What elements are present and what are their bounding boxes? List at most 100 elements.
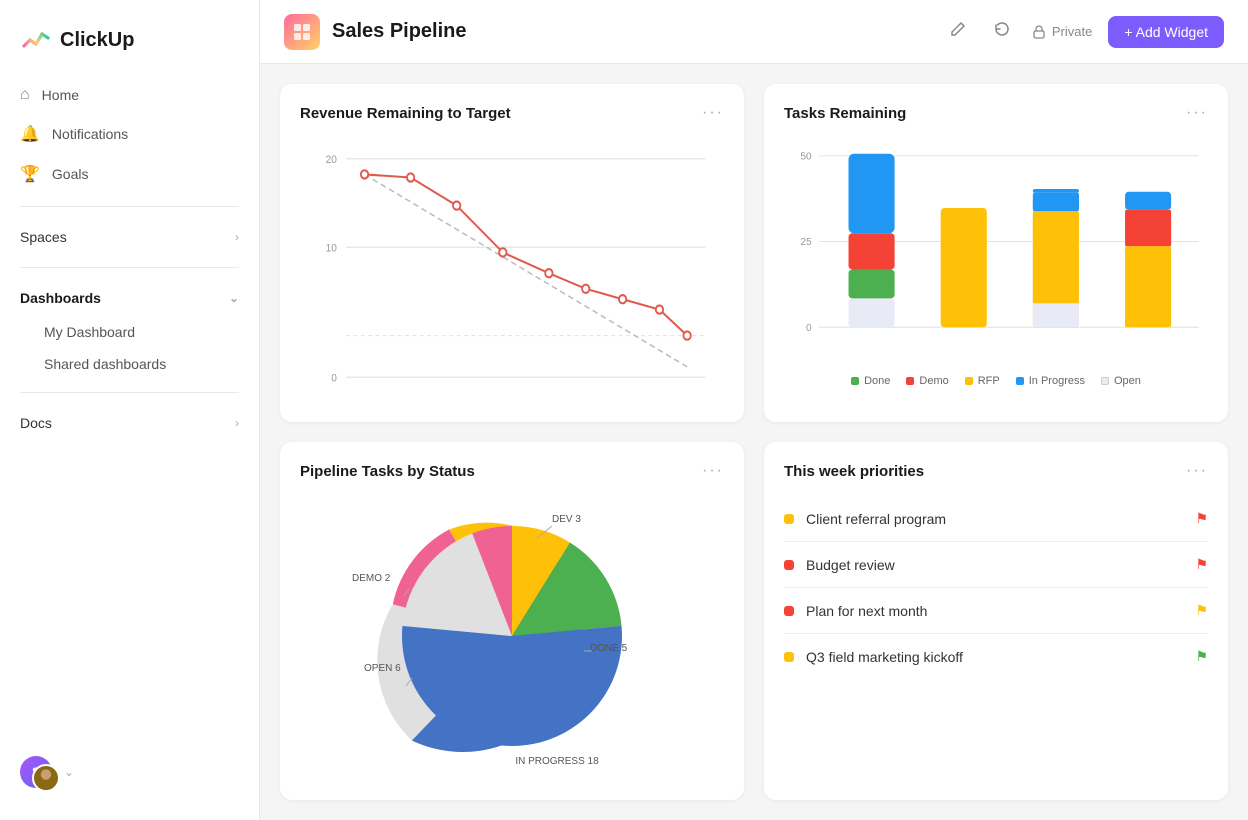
add-widget-label: + Add Widget: [1124, 24, 1208, 40]
widget-revenue: Revenue Remaining to Target ··· 20 10 0: [280, 84, 744, 422]
legend-rfp-dot: [965, 377, 973, 385]
home-icon: ⌂: [20, 86, 30, 104]
bar-chart: 50 25 0: [784, 138, 1208, 398]
sidebar-spaces-label: Spaces: [20, 229, 67, 245]
legend-inprogress-dot: [1016, 377, 1024, 385]
sidebar-notifications-label: Notifications: [52, 126, 128, 142]
pie-label-dev: DEV 3: [552, 514, 581, 525]
sidebar: ClickUp ⌂ Home 🔔 Notifications 🏆 Goals S…: [0, 0, 260, 820]
tasks-chart-svg: 50 25 0: [784, 138, 1208, 358]
pie-label-inprogress: IN PROGRESS 18: [515, 756, 599, 767]
widget-pipeline-title: Pipeline Tasks by Status: [300, 463, 475, 480]
legend-done: Done: [851, 375, 890, 387]
widget-pipeline-header: Pipeline Tasks by Status ···: [300, 462, 724, 480]
sidebar-item-notifications[interactable]: 🔔 Notifications: [0, 114, 259, 154]
priority-item-2: Budget review ⚑: [784, 542, 1208, 588]
priority-left-1: Client referral program: [784, 511, 946, 527]
widget-tasks-menu[interactable]: ···: [1186, 104, 1208, 122]
lock-icon: [1032, 25, 1046, 39]
priority-flag-4: ⚑: [1195, 648, 1208, 665]
priority-text-4: Q3 field marketing kickoff: [806, 649, 963, 665]
refresh-icon: [994, 21, 1010, 37]
sidebar-navigation: ⌂ Home 🔔 Notifications 🏆 Goals Spaces › …: [0, 76, 259, 740]
widget-priorities-title: This week priorities: [784, 463, 924, 480]
legend-open: Open: [1101, 375, 1141, 387]
widget-tasks-header: Tasks Remaining ···: [784, 104, 1208, 122]
widget-priorities-header: This week priorities ···: [784, 462, 1208, 480]
widget-priorities: This week priorities ··· Client referral…: [764, 442, 1228, 800]
line-chart: 20 10 0: [300, 138, 724, 398]
sidebar-item-home[interactable]: ⌂ Home: [0, 76, 259, 114]
page-title: Sales Pipeline: [332, 20, 467, 43]
svg-text:0: 0: [806, 323, 812, 334]
pie-label-open: OPEN 6: [364, 663, 401, 674]
sidebar-dashboards-label: Dashboards: [20, 290, 101, 306]
bell-icon: 🔔: [20, 124, 40, 144]
widget-pipeline-tasks: Pipeline Tasks by Status ···: [280, 442, 744, 800]
svg-text:25: 25: [800, 237, 812, 248]
sidebar-home-label: Home: [42, 87, 79, 103]
pie-chart-svg: DEV 3 DONE 5 IN PROGRESS 18 OPEN 6 DEMO …: [342, 496, 682, 776]
sidebar-goals-label: Goals: [52, 166, 89, 182]
edit-button[interactable]: [944, 15, 972, 48]
chevron-right-icon: ›: [235, 230, 239, 244]
private-badge: Private: [1032, 24, 1092, 39]
nav-divider-2: [20, 267, 239, 268]
sidebar-docs-label: Docs: [20, 415, 52, 431]
legend-demo-dot: [906, 377, 914, 385]
priority-left-4: Q3 field marketing kickoff: [784, 649, 963, 665]
bar-chart-legend: Done Demo RFP In Progress: [784, 375, 1208, 387]
sidebar-item-shared-dashboards[interactable]: Shared dashboards: [0, 348, 259, 380]
sidebar-item-goals[interactable]: 🏆 Goals: [0, 154, 259, 194]
priority-text-2: Budget review: [806, 557, 895, 573]
widget-revenue-menu[interactable]: ···: [702, 104, 724, 122]
priority-item-3: Plan for next month ⚑: [784, 588, 1208, 634]
sidebar-item-my-dashboard[interactable]: My Dashboard: [0, 316, 259, 348]
sidebar-item-dashboards[interactable]: Dashboards ⌄: [0, 280, 259, 316]
nav-divider-3: [20, 392, 239, 393]
priority-text-3: Plan for next month: [806, 603, 927, 619]
priority-left-3: Plan for next month: [784, 603, 927, 619]
priority-item-4: Q3 field marketing kickoff ⚑: [784, 634, 1208, 679]
legend-demo-label: Demo: [919, 375, 948, 387]
avatar-photo: [32, 764, 60, 792]
pie-label-demo: DEMO 2: [352, 573, 391, 584]
logo-area: ClickUp: [0, 16, 259, 76]
add-widget-button[interactable]: + Add Widget: [1108, 16, 1224, 48]
priority-dot-4: [784, 652, 794, 662]
legend-demo: Demo: [906, 375, 948, 387]
sidebar-item-spaces[interactable]: Spaces ›: [0, 219, 259, 255]
dashboard-icon: [284, 14, 320, 50]
sidebar-item-docs[interactable]: Docs ›: [0, 405, 259, 441]
legend-rfp: RFP: [965, 375, 1000, 387]
private-label: Private: [1052, 24, 1092, 39]
pie-chart: DEV 3 DONE 5 IN PROGRESS 18 OPEN 6 DEMO …: [300, 496, 724, 776]
widget-revenue-title: Revenue Remaining to Target: [300, 105, 511, 122]
widget-priorities-menu[interactable]: ···: [1186, 462, 1208, 480]
legend-rfp-label: RFP: [978, 375, 1000, 387]
widget-tasks-title: Tasks Remaining: [784, 105, 906, 122]
avatar-silhouette: [34, 764, 58, 792]
user-avatar[interactable]: S: [20, 756, 52, 788]
priority-item-1: Client referral program ⚑: [784, 496, 1208, 542]
chevron-down-user: ⌄: [64, 765, 74, 779]
priority-flag-1: ⚑: [1195, 510, 1208, 527]
legend-inprogress: In Progress: [1016, 375, 1085, 387]
main-content: Sales Pipeline Private: [260, 0, 1248, 820]
svg-text:10: 10: [326, 242, 337, 255]
legend-open-label: Open: [1114, 375, 1141, 387]
chevron-down-icon: ⌄: [229, 291, 239, 305]
widget-pipeline-menu[interactable]: ···: [702, 462, 724, 480]
priority-dot-2: [784, 560, 794, 570]
sidebar-footer: S ⌄: [0, 740, 259, 804]
legend-inprogress-label: In Progress: [1029, 375, 1085, 387]
svg-text:50: 50: [800, 152, 812, 163]
priority-flag-2: ⚑: [1195, 556, 1208, 573]
my-dashboard-label: My Dashboard: [44, 324, 135, 340]
refresh-button[interactable]: [988, 15, 1016, 48]
pie-label-done: DONE 5: [590, 643, 628, 654]
dashboard-grid: Revenue Remaining to Target ··· 20 10 0: [260, 64, 1248, 820]
priority-left-2: Budget review: [784, 557, 895, 573]
legend-done-dot: [851, 377, 859, 385]
revenue-chart-svg: 20 10 0: [300, 138, 724, 398]
